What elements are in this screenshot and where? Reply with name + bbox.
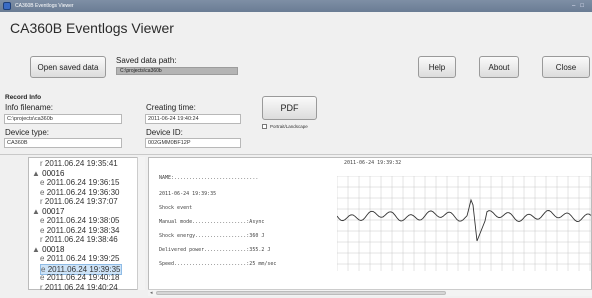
saved-path-label: Saved data path: <box>116 56 177 65</box>
creating-time-field[interactable]: 2011-06-24 19:40:24 <box>145 114 241 124</box>
help-button[interactable]: Help <box>418 56 456 78</box>
detail-line: Delivered power..............:355.2 J <box>159 247 271 253</box>
detail-line: Speed........................:25 mm/sec <box>159 261 277 267</box>
tree-record[interactable]: e 2011.06.24 19:39:25 <box>40 254 120 263</box>
tree-folder[interactable]: ▲ 00016 <box>32 169 64 178</box>
tree-record[interactable]: e 2011.06.24 19:38:34 <box>40 226 120 235</box>
collapse-icon[interactable]: ▲ <box>32 169 40 178</box>
close-button[interactable]: Close <box>542 56 590 78</box>
tree-item-label: 00017 <box>42 206 65 216</box>
tree-record[interactable]: r 2011.06.24 19:35:41 <box>40 159 118 168</box>
tree-record[interactable]: r 2011.06.24 19:37:07 <box>40 197 118 206</box>
minimize-icon[interactable]: – <box>572 2 575 10</box>
info-filename-field[interactable]: C:\projects\ca360b <box>4 114 122 124</box>
window-controls: – □ <box>572 2 584 10</box>
portrait-landscape-checkbox[interactable] <box>262 124 267 129</box>
maximize-icon[interactable]: □ <box>580 2 584 10</box>
device-id-field[interactable]: 002GMM0BF12P <box>145 138 241 148</box>
creating-time-label: Creating time: <box>146 103 196 112</box>
tree-item-label: 2011.06.24 19:38:05 <box>46 216 120 225</box>
portrait-landscape-option[interactable]: Portrait/Landscape <box>262 124 308 129</box>
tree-folder[interactable]: ▲ 00018 <box>32 245 64 254</box>
collapse-icon[interactable]: ▲ <box>32 245 40 254</box>
open-saved-data-button[interactable]: Open saved data <box>30 56 106 78</box>
device-id-label: Device ID: <box>146 128 183 137</box>
detail-line: Shock event <box>159 205 193 211</box>
scroll-thumb[interactable] <box>156 291 446 295</box>
tree-item-label: 2011.06.24 19:36:15 <box>46 178 120 187</box>
app-icon <box>3 2 11 10</box>
detail-line: 2011-06-24 19:39:35 <box>159 191 217 197</box>
ecg-grid <box>337 176 592 271</box>
tree-item-label: 2011.06.24 19:37:07 <box>44 197 118 206</box>
info-filename-label: Info filename: <box>5 103 54 112</box>
ecg-chart <box>337 176 592 271</box>
tree-item-label: 2011.06.24 19:38:46 <box>44 235 118 244</box>
detail-line: NAME:............................ <box>159 175 259 181</box>
tree-record[interactable]: e 2011.06.24 19:38:05 <box>40 216 120 225</box>
ecg-trace <box>337 198 592 242</box>
tree-item-label: 2011.06.24 19:40:18 <box>46 273 120 282</box>
tree-folder[interactable]: ▲ 00017 <box>32 207 64 216</box>
tree-item-label: 00018 <box>42 244 65 254</box>
app-title: CA360B Eventlogs Viewer <box>10 20 174 36</box>
ecg-timestamp: 2011-06-24 19:39:32 <box>344 160 402 166</box>
tree-item-label: 2011.06.24 19:39:25 <box>46 254 120 263</box>
tree-record[interactable]: e 2011.06.24 19:40:18 <box>40 273 120 282</box>
portrait-landscape-label: Portrait/Landscape <box>270 124 308 129</box>
tree-record[interactable]: e 2011.06.24 19:36:30 <box>40 188 120 197</box>
tree-item-label: 2011.06.24 19:35:41 <box>44 159 118 168</box>
record-info-heading: Record Info <box>5 94 42 101</box>
tree-item-label: 2011.06.24 19:36:30 <box>46 187 120 197</box>
detail-horizontal-scrollbar[interactable]: ◂ <box>148 289 592 296</box>
detail-line: Manual mode..................:Async <box>159 219 265 225</box>
device-type-label: Device type: <box>5 128 50 137</box>
scroll-left-icon[interactable]: ◂ <box>150 290 153 296</box>
detail-line: Shock energy.................:360 J <box>159 233 265 239</box>
tree-record[interactable]: r 2011.06.24 19:40:24 <box>40 283 118 292</box>
tree-record[interactable]: r 2011.06.24 19:38:46 <box>40 235 118 244</box>
tree-item-label: 00016 <box>42 168 65 178</box>
saved-path-field: C:\projects\ca360b <box>116 67 238 75</box>
window-title: CA360B Eventlogs Viewer <box>15 3 74 9</box>
tree-item-label: 2011.06.24 19:40:24 <box>44 282 118 292</box>
tree-item-label: 2011.06.24 19:38:34 <box>46 225 120 235</box>
window-titlebar[interactable]: CA360B Eventlogs Viewer – □ <box>0 0 592 12</box>
pdf-button[interactable]: PDF <box>262 96 317 120</box>
about-button[interactable]: About <box>479 56 519 78</box>
tree-scrollbar[interactable] <box>137 157 145 290</box>
tree-record[interactable]: e 2011.06.24 19:36:15 <box>40 178 120 187</box>
collapse-icon[interactable]: ▲ <box>32 207 40 216</box>
device-type-field[interactable]: CA360B <box>4 138 122 148</box>
divider <box>0 154 592 155</box>
